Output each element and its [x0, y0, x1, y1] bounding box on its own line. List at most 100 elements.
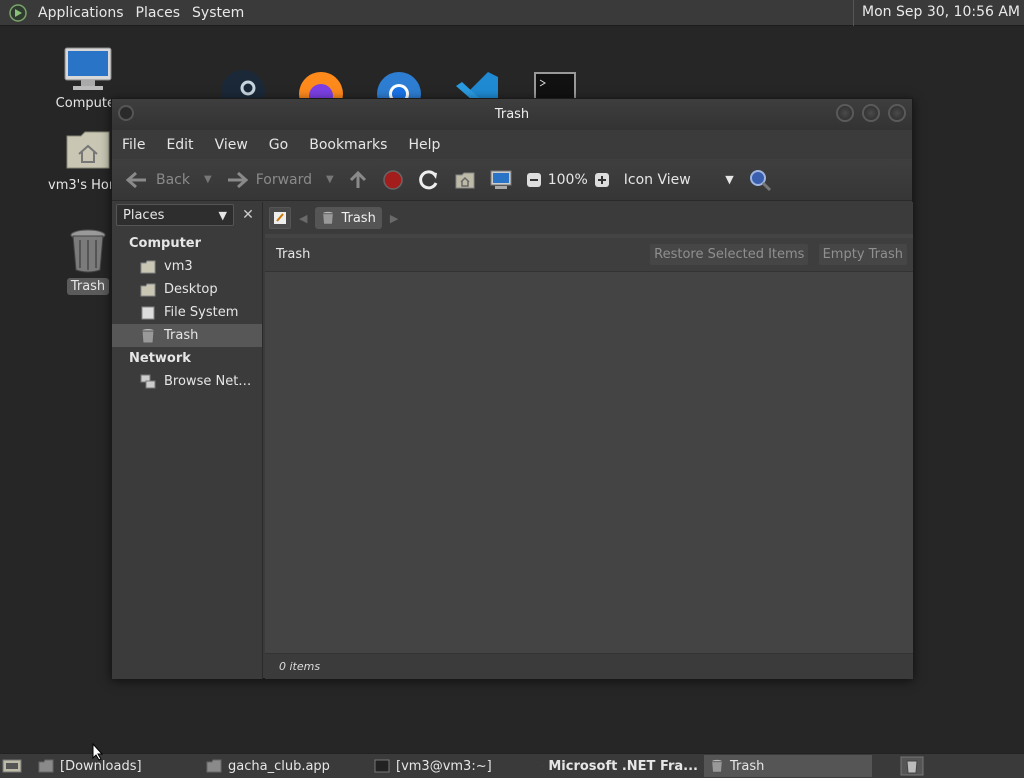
view-mode-label: Icon View — [623, 171, 691, 188]
task-terminal[interactable]: [vm3@vm3:~] — [368, 755, 536, 777]
window-title: Trash — [494, 107, 530, 122]
close-sidebar-icon[interactable]: ✕ — [238, 205, 258, 225]
home-button[interactable] — [450, 164, 480, 196]
status-bar: 0 items — [265, 653, 913, 679]
back-button[interactable]: Back — [122, 164, 194, 196]
computer-button[interactable] — [486, 164, 516, 196]
forward-history-dropdown[interactable]: ▼ — [326, 174, 334, 185]
show-desktop-button[interactable] — [0, 755, 24, 777]
back-history-dropdown[interactable]: ▼ — [204, 174, 212, 185]
breadcrumb-trash[interactable]: Trash — [315, 207, 382, 229]
terminal-icon — [534, 72, 576, 102]
back-label: Back — [156, 171, 190, 188]
computer-icon — [490, 170, 512, 189]
up-button[interactable] — [344, 164, 372, 196]
task-label: gacha_club.app — [228, 758, 330, 774]
maximize-button[interactable] — [862, 104, 880, 122]
desktop-folder-icon — [140, 283, 156, 296]
close-button[interactable] — [888, 104, 906, 122]
window-menu-button[interactable] — [118, 105, 134, 121]
firefox-icon — [299, 72, 343, 102]
task-label: Microsoft .NET Fra... — [548, 758, 698, 774]
places-menu[interactable]: Places — [130, 5, 187, 21]
home-icon — [455, 172, 475, 188]
bottom-taskbar: [Downloads] gacha_club.app [vm3@vm3:~] M… — [0, 753, 1024, 778]
sidebar-type-select[interactable]: Places ▼ — [116, 204, 234, 226]
sidebar: Places ▼ ✕ Computer vm3 Desktop File Sys… — [112, 202, 263, 679]
computer-icon — [64, 47, 112, 90]
terminal-icon — [374, 759, 390, 773]
content-pane: ◀ Trash ▶ Trash Restore Selected Items E… — [265, 202, 913, 679]
zoom-level: 100% — [547, 171, 588, 188]
trash-info-title: Trash — [276, 247, 311, 262]
chrome-icon — [377, 72, 421, 102]
zoom-in-icon[interactable] — [594, 172, 610, 188]
stop-button[interactable] — [378, 164, 408, 196]
zoom-out-icon[interactable] — [526, 172, 542, 188]
item-count: 0 items — [279, 660, 321, 673]
trash-icon — [711, 759, 723, 773]
sidebar-item-desktop[interactable]: Desktop — [112, 278, 262, 301]
forward-arrow-icon — [227, 171, 248, 188]
home-folder-icon — [66, 131, 110, 169]
menu-bookmarks[interactable]: Bookmarks — [309, 137, 397, 153]
trash-info-bar: Trash Restore Selected Items Empty Trash — [265, 238, 913, 272]
vscode-launcher[interactable] — [452, 68, 502, 102]
home-folder-icon — [140, 260, 156, 273]
sidebar-item-label: Browse Net… — [164, 374, 252, 389]
chevron-down-icon: ▼ — [218, 208, 227, 222]
system-menu[interactable]: System — [186, 5, 250, 21]
sidebar-item-file-system[interactable]: File System — [112, 301, 262, 324]
view-mode-select[interactable]: Icon View ▼ — [620, 164, 738, 196]
chrome-launcher[interactable] — [374, 68, 424, 102]
sidebar-item-label: Desktop — [164, 282, 218, 297]
task-trash[interactable]: Trash — [704, 755, 872, 777]
sidebar-item-vm3[interactable]: vm3 — [112, 255, 262, 278]
task-gacha-club[interactable]: gacha_club.app — [200, 755, 368, 777]
menu-file[interactable]: File — [122, 137, 155, 153]
window-titlebar[interactable]: Trash — [112, 99, 912, 130]
sidebar-section-computer: Computer — [129, 236, 202, 251]
distro-logo-icon[interactable] — [8, 3, 28, 23]
reload-icon — [418, 169, 438, 189]
trash-icon — [322, 211, 335, 225]
terminal-launcher[interactable] — [530, 68, 580, 102]
menubar: File Edit View Go Bookmarks Help — [112, 130, 912, 159]
restore-selected-button[interactable]: Restore Selected Items — [650, 244, 809, 265]
show-desktop-icon — [2, 759, 22, 773]
sidebar-item-browse-network[interactable]: Browse Net… — [112, 370, 262, 393]
mouse-cursor-icon — [92, 743, 104, 761]
icon-view-area[interactable] — [265, 272, 913, 652]
task-downloads[interactable]: [Downloads] — [32, 755, 200, 777]
task-dotnet-installer[interactable]: Microsoft .NET Fra... — [536, 755, 704, 777]
minimize-button[interactable] — [836, 104, 854, 122]
toggle-location-entry-button[interactable] — [269, 207, 291, 229]
menu-go[interactable]: Go — [269, 137, 298, 153]
folder-icon — [206, 759, 222, 773]
crumb-left-arrow-icon[interactable]: ◀ — [299, 212, 307, 225]
top-panel: Applications Places System Mon Sep 30, 1… — [0, 0, 1024, 26]
back-arrow-icon — [126, 171, 146, 188]
sidebar-item-trash[interactable]: Trash — [112, 324, 262, 347]
trash-icon — [141, 328, 155, 343]
sidebar-header: Places ▼ ✕ — [112, 202, 262, 228]
search-button[interactable] — [744, 164, 776, 196]
empty-trash-button[interactable]: Empty Trash — [818, 244, 907, 265]
sidebar-type-label: Places — [123, 207, 165, 223]
pencil-icon — [274, 212, 286, 224]
applications-menu[interactable]: Applications — [32, 5, 130, 21]
search-icon — [749, 169, 771, 191]
clock[interactable]: Mon Sep 30, 10:56 AM — [853, 0, 1024, 26]
crumb-right-arrow-icon[interactable]: ▶ — [390, 212, 398, 225]
firefox-launcher[interactable] — [296, 68, 346, 102]
reload-button[interactable] — [414, 164, 444, 196]
menu-help[interactable]: Help — [408, 137, 450, 153]
steam-launcher[interactable] — [218, 68, 268, 102]
sidebar-item-label: vm3 — [164, 259, 193, 274]
trash-applet-icon[interactable] — [900, 756, 924, 776]
folder-icon — [38, 759, 54, 773]
menu-edit[interactable]: Edit — [166, 137, 203, 153]
forward-button[interactable]: Forward — [222, 164, 316, 196]
menu-view[interactable]: View — [215, 137, 258, 153]
vscode-icon — [456, 72, 498, 102]
